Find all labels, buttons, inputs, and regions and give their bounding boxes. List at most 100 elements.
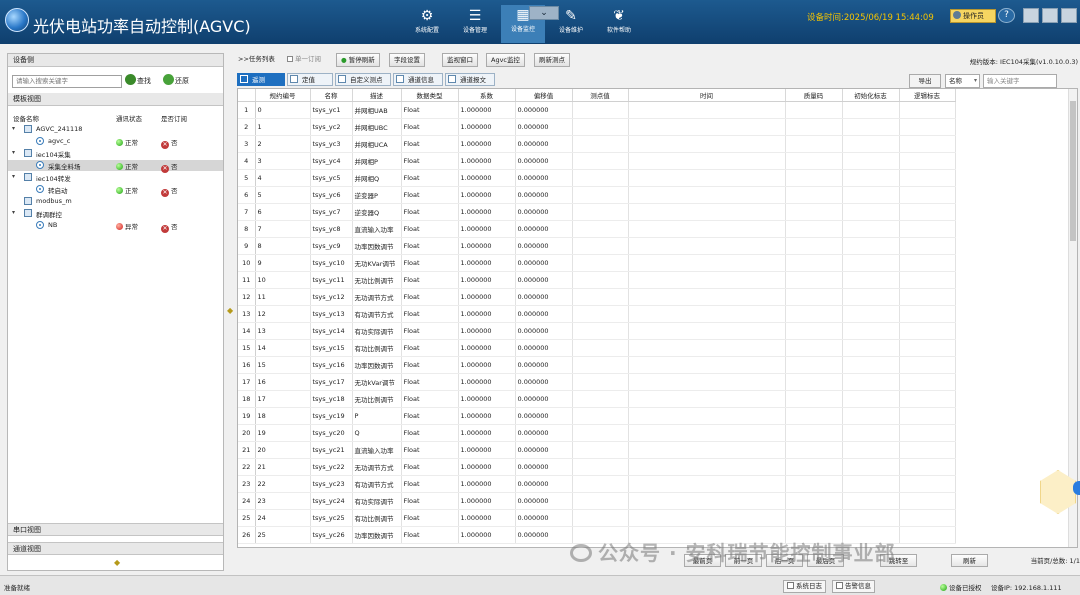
tree-device-row[interactable]: ▾ AGVC_241118: [8, 124, 223, 135]
subscribe-text: 否: [171, 139, 178, 147]
alarm-info-button[interactable]: 告警信息: [832, 580, 875, 593]
maximize-button[interactable]: [1042, 8, 1058, 23]
chevron-down-icon[interactable]: ▾: [12, 173, 15, 180]
monitor-window-button[interactable]: 监视窗口: [442, 53, 478, 67]
nav-software-help[interactable]: ❦ 软件帮助: [597, 6, 641, 42]
restore-button[interactable]: 还原: [163, 74, 189, 89]
column-header[interactable]: 测点值: [572, 89, 629, 102]
table-row[interactable]: 3 2 tsys_yc3 并网相UCA Float 1.000000 0.000000: [238, 135, 956, 153]
minimize-button[interactable]: [1023, 8, 1039, 23]
table-cell: Float: [401, 526, 459, 544]
table-cell: 无功调节方式: [352, 458, 402, 476]
find-button[interactable]: 查找: [125, 74, 151, 89]
scroll-thumb[interactable]: [1070, 101, 1076, 241]
table-row[interactable]: 13 12 tsys_yc13 有功调节方式 Float 1.000000 0.000000: [238, 305, 956, 323]
refresh-points-button[interactable]: 刷新测点: [534, 53, 570, 67]
column-header[interactable]: 描述: [352, 89, 402, 102]
tab-channel-messages[interactable]: 通道报文: [445, 73, 495, 86]
chevron-down-icon[interactable]: ▾: [12, 125, 15, 132]
tab-setpoint[interactable]: 定值: [287, 73, 333, 86]
nav-system-config[interactable]: ⚙ 系统配置: [405, 6, 449, 42]
table-row[interactable]: 4 3 tsys_yc4 并网相P Float 1.000000 0.000000: [238, 152, 956, 170]
operator-button[interactable]: 操作员: [950, 9, 996, 23]
table-row[interactable]: 8 7 tsys_yc8 直流输入功率 Float 1.000000 0.000000: [238, 220, 956, 238]
single-subscribe-checkbox[interactable]: 单一订阅: [287, 53, 321, 67]
nav-device-manage[interactable]: ☰ 设备管理: [453, 6, 497, 42]
table-cell: 1.000000: [458, 118, 516, 136]
table-row[interactable]: 23 22 tsys_yc23 有功调节方式 Float 1.000000 0.000000: [238, 475, 956, 493]
table-row[interactable]: 17 16 tsys_yc17 无功kVar调节 Float 1.000000 0.0000…: [238, 373, 956, 391]
table-row[interactable]: 22 21 tsys_yc22 无功调节方式 Float 1.000000 0.000000: [238, 458, 956, 476]
template-view-header[interactable]: 模板视图: [8, 93, 223, 106]
column-header[interactable]: 质量码: [785, 89, 843, 102]
tree-channel-row[interactable]: 转启动 正常 ✕ 否: [8, 184, 223, 197]
table-cell: 有功调节方式: [352, 475, 402, 493]
tab-telemetry[interactable]: 遥测: [237, 73, 285, 86]
table-row[interactable]: 14 13 tsys_yc14 有功实际调节 Float 1.000000 0.000000: [238, 322, 956, 340]
field-setting-button[interactable]: 字段设置: [389, 53, 425, 67]
table-cell: tsys_yc16: [310, 356, 353, 374]
table-row[interactable]: 9 8 tsys_yc9 功率因数调节 Float 1.000000 0.000000: [238, 237, 956, 255]
nav-device-maintain[interactable]: ✎ 设备维护: [549, 6, 593, 42]
task-list-toggle[interactable]: >>任务列表: [238, 53, 275, 67]
column-header[interactable]: [238, 89, 256, 102]
expand-arrow-icon[interactable]: ◆: [114, 558, 120, 567]
tree-channel-row[interactable]: agvc_c 正常 ✕ 否: [8, 136, 223, 149]
channel-name: agvc_c: [48, 137, 71, 145]
table-row[interactable]: 16 15 tsys_yc16 功率因数调节 Float 1.000000 0.000000: [238, 356, 956, 374]
table-cell: 1.000000: [458, 305, 516, 323]
side-dot-icon[interactable]: [1073, 481, 1080, 495]
table-row[interactable]: 15 14 tsys_yc15 有功比例调节 Float 1.000000 0.000000: [238, 339, 956, 357]
table-row[interactable]: 5 4 tsys_yc5 并网相Q Float 1.000000 0.000000: [238, 169, 956, 187]
column-header[interactable]: 逻辑标志: [899, 89, 956, 102]
tree-channel-row-selected[interactable]: 采集全料场 正常 ✕ 否: [8, 160, 223, 173]
table-row[interactable]: 25 24 tsys_yc25 有功比例调节 Float 1.000000 0.000000: [238, 509, 956, 527]
column-header[interactable]: 名称: [310, 89, 353, 102]
column-header[interactable]: 系数: [458, 89, 516, 102]
table-row[interactable]: 10 9 tsys_yc10 无功KVar调节 Float 1.000000 0.00000…: [238, 254, 956, 272]
tab-channel-info[interactable]: 通道信息: [393, 73, 443, 86]
serial-view-header[interactable]: 串口视图: [8, 523, 223, 536]
table-row[interactable]: 1 0 tsys_yc1 并网相UAB Float 1.000000 0.000000: [238, 101, 956, 119]
column-header[interactable]: 数据类型: [401, 89, 459, 102]
column-header[interactable]: 初始化标志: [842, 89, 900, 102]
nav-label: 软件帮助: [606, 27, 631, 34]
tree-channel-row[interactable]: NB 异常 ✕ 否: [8, 220, 223, 233]
column-header[interactable]: 时间: [628, 89, 786, 102]
info-icon[interactable]: ?: [998, 8, 1015, 23]
tab-custom-points[interactable]: 自定义测点: [335, 73, 391, 86]
column-header[interactable]: 规约编号: [255, 89, 311, 102]
table-row[interactable]: 21 20 tsys_yc21 直流输入功率 Float 1.000000 0.000000: [238, 441, 956, 459]
table-cell: [628, 373, 786, 391]
table-row[interactable]: 12 11 tsys_yc12 无功调节方式 Float 1.000000 0.000000: [238, 288, 956, 306]
table-row[interactable]: 11 10 tsys_yc11 无功比例调节 Float 1.000000 0.000000: [238, 271, 956, 289]
pause-refresh-button[interactable]: ● 暂停刷新: [336, 53, 380, 67]
splitter-arrow-icon[interactable]: ◆: [227, 306, 233, 315]
table-row[interactable]: 19 18 tsys_yc19 P Float 1.000000 0.000000: [238, 407, 956, 425]
column-header[interactable]: 偏移值: [515, 89, 573, 102]
export-button[interactable]: 导出: [909, 74, 941, 88]
chevron-down-icon[interactable]: ▾: [12, 209, 15, 216]
table-row[interactable]: 20 19 tsys_yc20 Q Float 1.000000 0.000000: [238, 424, 956, 442]
table-row[interactable]: 7 6 tsys_yc7 逆变器Q Float 1.000000 0.000000: [238, 203, 956, 221]
chevron-down-icon[interactable]: ▾: [12, 149, 15, 156]
table-row[interactable]: 2 1 tsys_yc2 并网相UBC Float 1.000000 0.000000: [238, 118, 956, 136]
filter-field-select[interactable]: 名称 ▾: [945, 74, 980, 88]
table-row[interactable]: 24 23 tsys_yc24 有功实际调节 Float 1.000000 0.000000: [238, 492, 956, 510]
keyword-input[interactable]: 输入关键字: [983, 74, 1057, 88]
tree-device-row[interactable]: ▾ iec104转发: [8, 172, 223, 183]
table-row[interactable]: 18 17 tsys_yc18 无功比例调节 Float 1.000000 0.000000: [238, 390, 956, 408]
table-row[interactable]: 6 5 tsys_yc6 逆变器P Float 1.000000 0.000000: [238, 186, 956, 204]
system-log-button[interactable]: 系统日志: [783, 580, 826, 593]
device-search-input[interactable]: 请输入搜索关键字: [12, 75, 122, 88]
tree-device-row[interactable]: ▾ iec104采集: [8, 148, 223, 159]
channel-view-header[interactable]: 通道视图: [8, 542, 223, 555]
tree-device-row[interactable]: modbus_m: [8, 196, 223, 207]
agvc-monitor-button[interactable]: Agvc监控: [486, 53, 525, 67]
col-subscribed: 是否订阅: [161, 115, 187, 123]
refresh-page-button[interactable]: 刷新: [951, 554, 988, 567]
close-button[interactable]: [1061, 8, 1077, 23]
table-cell: tsys_yc13: [310, 305, 353, 323]
watermark-text: 公众号 · 安科瑞节能控制事业部: [598, 541, 896, 565]
tree-device-row[interactable]: ▾ 群调群控: [8, 208, 223, 219]
